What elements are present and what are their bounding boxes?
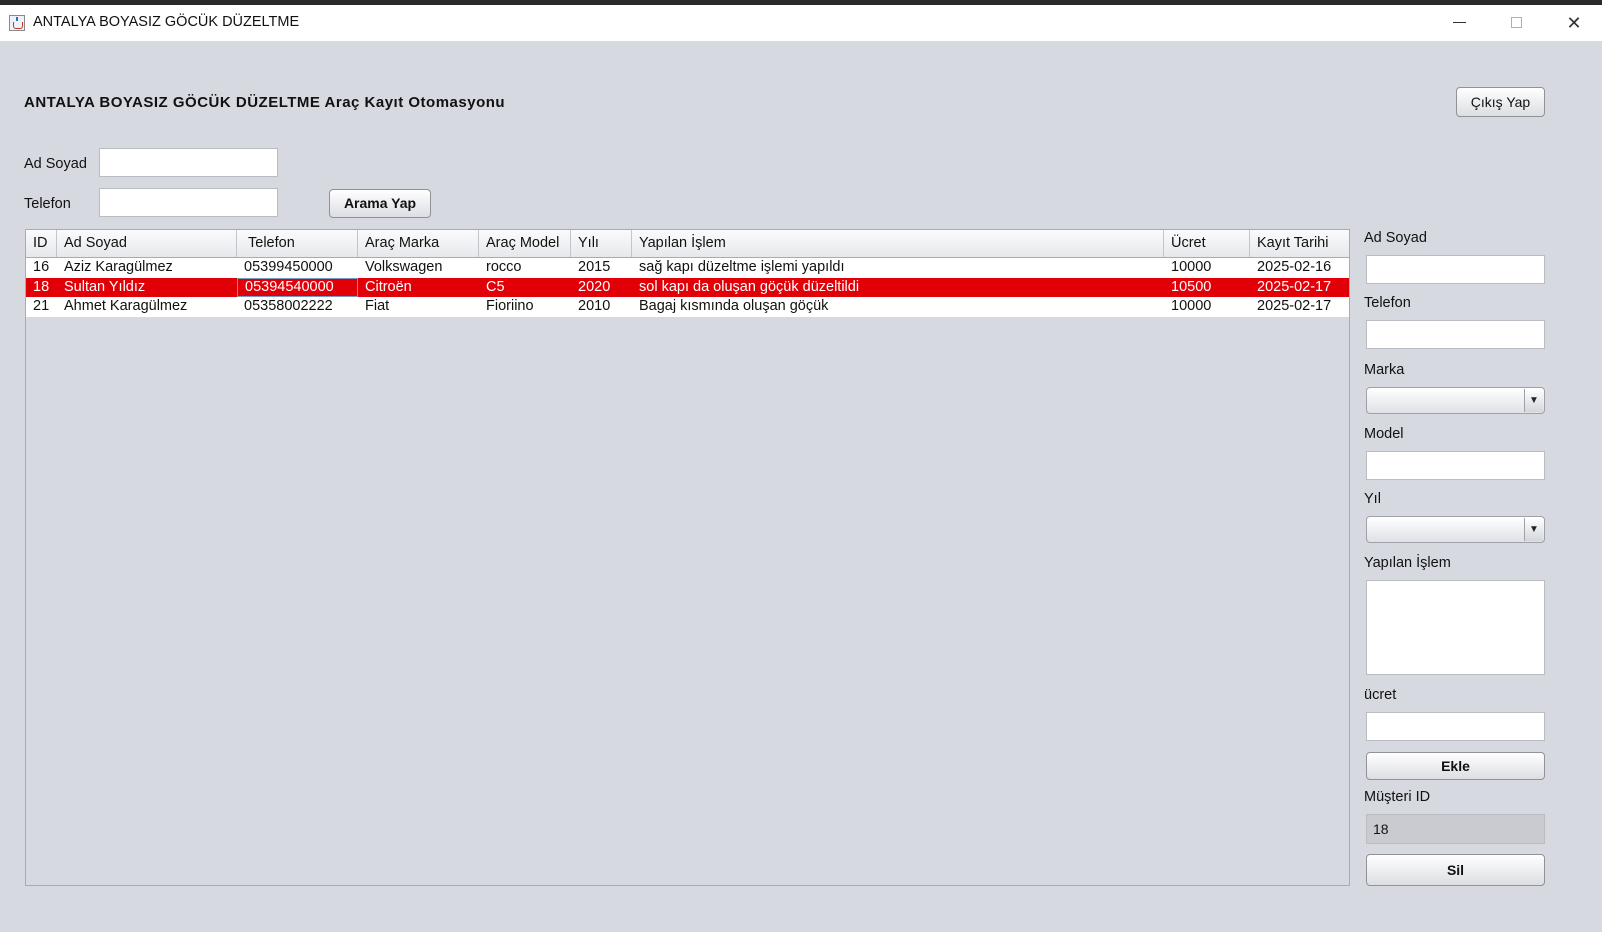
search-phone-input[interactable]	[99, 188, 278, 217]
table-cell: Citroën	[365, 278, 412, 295]
page-title: ANTALYA BOYASIZ GÖCÜK DÜZELTME Araç Kayı…	[24, 94, 506, 111]
close-button[interactable]: ✕	[1546, 5, 1602, 41]
table-cell: 10000	[1171, 298, 1212, 314]
chevron-down-icon: ▼	[1524, 518, 1543, 541]
table-cell: Sultan Yıldız	[64, 278, 146, 295]
table-cell: rocco	[486, 259, 522, 275]
table-cell: Fiat	[365, 298, 390, 314]
column-header-date[interactable]: Kayıt Tarihi	[1250, 230, 1349, 257]
table-cell: 2015	[578, 259, 611, 275]
table-cell: C5	[486, 278, 505, 295]
search-name-label: Ad Soyad	[24, 156, 87, 172]
table-cell: 05399450000	[244, 259, 333, 275]
maximize-icon	[1511, 17, 1522, 28]
table-row-selected[interactable]: 18 Sultan Yıldız 05394540000 Citroën C5 …	[26, 277, 1349, 297]
table-cell: Aziz Karagülmez	[64, 259, 173, 275]
table-cell: Ahmet Karagülmez	[64, 298, 188, 314]
customer-id-field: 18	[1366, 814, 1545, 844]
column-header-year[interactable]: Yılı	[571, 230, 632, 257]
table-cell: 2025-02-16	[1257, 259, 1332, 275]
form-year-label: Yıl	[1364, 491, 1381, 507]
table-cell: 10500	[1171, 278, 1212, 295]
column-header-phone[interactable]: Telefon	[237, 230, 358, 257]
form-fee-input[interactable]	[1366, 712, 1545, 741]
table-cell: 21	[33, 298, 50, 314]
search-name-input[interactable]	[99, 148, 278, 177]
form-brand-label: Marka	[1364, 362, 1405, 378]
form-name-input[interactable]	[1366, 255, 1545, 284]
minimize-icon	[1453, 22, 1466, 23]
table-cell: 2025-02-17	[1257, 298, 1332, 314]
java-cup-icon	[9, 15, 25, 31]
form-phone-input[interactable]	[1366, 320, 1545, 349]
search-phone-label: Telefon	[24, 196, 71, 212]
title-bar: ANTALYA BOYASIZ GÖCÜK DÜZELTME ✕	[0, 5, 1602, 41]
form-fee-label: ücret	[1364, 687, 1397, 703]
table-cell: Volkswagen	[365, 259, 443, 275]
table-cell: sol kapı da oluşan göçük düzeltildi	[639, 278, 860, 295]
maximize-button[interactable]	[1489, 5, 1545, 41]
table-cell: sağ kapı düzeltme işlemi yapıldı	[639, 259, 845, 275]
form-phone-label: Telefon	[1364, 295, 1411, 311]
column-header-model[interactable]: Araç Model	[479, 230, 571, 257]
table-cell: 2020	[578, 278, 611, 295]
table-cell: Fioriino	[486, 298, 534, 314]
table-cell: 16	[33, 259, 50, 275]
column-header-brand[interactable]: Araç Marka	[358, 230, 479, 257]
table-cell: 18	[33, 278, 50, 295]
brand-select[interactable]: ▼	[1366, 387, 1545, 414]
table-cell: 2010	[578, 298, 611, 314]
form-name-label: Ad Soyad	[1364, 230, 1427, 246]
records-table[interactable]: ID Ad Soyad Telefon Araç Marka Araç Mode…	[25, 229, 1350, 886]
table-row[interactable]: 21 Ahmet Karagülmez 05358002222 Fiat Fio…	[26, 297, 1349, 317]
table-cell: 2025-02-17	[1257, 278, 1332, 295]
form-operation-label: Yapılan İşlem	[1364, 555, 1451, 571]
form-model-label: Model	[1364, 426, 1404, 442]
table-cell: Bagaj kısmında oluşan göçük	[639, 298, 829, 314]
table-header: ID Ad Soyad Telefon Araç Marka Araç Mode…	[26, 230, 1349, 258]
close-icon: ✕	[1566, 13, 1582, 33]
column-header-operation[interactable]: Yapılan İşlem	[632, 230, 1164, 257]
column-header-id[interactable]: ID	[26, 230, 57, 257]
form-operation-textarea[interactable]	[1366, 580, 1545, 675]
minimize-button[interactable]	[1432, 5, 1488, 41]
window-title: ANTALYA BOYASIZ GÖCÜK DÜZELTME	[33, 14, 300, 30]
table-row[interactable]: 16 Aziz Karagülmez 05399450000 Volkswage…	[26, 258, 1349, 278]
search-button[interactable]: Arama Yap	[329, 189, 431, 218]
customer-id-label: Müşteri ID	[1364, 789, 1431, 805]
form-model-input[interactable]	[1366, 451, 1545, 480]
year-select[interactable]: ▼	[1366, 516, 1545, 543]
chevron-down-icon: ▼	[1524, 389, 1543, 412]
table-cell: 05358002222	[244, 298, 333, 314]
column-header-name[interactable]: Ad Soyad	[57, 230, 237, 257]
logout-button[interactable]: Çıkış Yap	[1456, 87, 1545, 117]
table-cell: 10000	[1171, 259, 1212, 275]
column-header-fee[interactable]: Ücret	[1164, 230, 1250, 257]
table-cell-focused: 05394540000	[237, 277, 358, 297]
delete-button[interactable]: Sil	[1366, 854, 1545, 886]
add-button[interactable]: Ekle	[1366, 752, 1545, 780]
